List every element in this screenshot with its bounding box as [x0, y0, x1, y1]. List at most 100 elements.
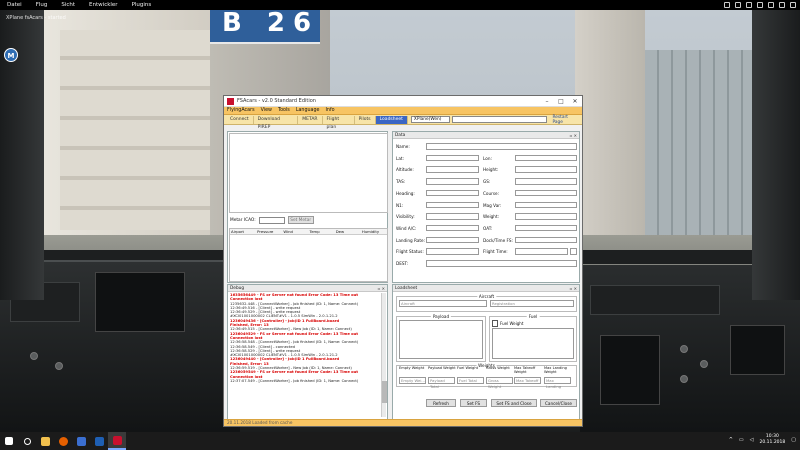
- menu-info[interactable]: Info: [323, 108, 338, 113]
- data-field[interactable]: [515, 154, 577, 162]
- toolbar-download-pirep[interactable]: Download PIREP: [254, 115, 299, 130]
- firefox-icon[interactable]: [54, 432, 72, 450]
- pane-float-close-icons[interactable]: ▫ ✕: [570, 132, 577, 139]
- weight-input[interactable]: Empty Wei...: [399, 377, 426, 384]
- col-temp[interactable]: Temp: [309, 229, 335, 234]
- sim-menu-datei[interactable]: Datei: [0, 2, 29, 8]
- data-field[interactable]: [515, 166, 577, 173]
- data-field[interactable]: [515, 224, 577, 232]
- data-pane-header: Data ▫ ✕: [393, 132, 579, 139]
- window-titlebar[interactable]: FSAcars - v2.0 Standard Edition – □ ✕: [224, 96, 582, 107]
- weight-input[interactable]: Gross Weight: [486, 377, 513, 389]
- data-field[interactable]: [426, 166, 479, 173]
- refresh-button[interactable]: Refresh: [426, 399, 456, 407]
- data-field[interactable]: [426, 154, 479, 162]
- minimize-icon[interactable]: –: [540, 98, 554, 105]
- data-field[interactable]: [426, 201, 479, 208]
- weight-input[interactable]: Payload Total: [428, 377, 455, 389]
- menu-language[interactable]: Language: [293, 108, 323, 113]
- data-field[interactable]: [426, 224, 479, 232]
- aircraft-input[interactable]: Aircraft: [399, 300, 487, 307]
- network-icon[interactable]: ▭: [739, 437, 744, 443]
- fsacars-taskbar-icon[interactable]: [108, 432, 126, 450]
- menu-view[interactable]: View: [258, 108, 275, 113]
- data-field[interactable]: [515, 201, 577, 208]
- toolbar-connect[interactable]: Connect: [226, 115, 254, 124]
- weight-input[interactable]: Max Takeoff: [514, 377, 541, 384]
- weight-label: Max Takeoff Weight: [514, 366, 536, 374]
- sim-menu-plugins[interactable]: Plugins: [125, 2, 159, 8]
- path-field[interactable]: [451, 116, 548, 123]
- col-humidity[interactable]: Humidity: [361, 229, 387, 234]
- camera-icon[interactable]: [757, 2, 763, 8]
- debug-scrollbar[interactable]: [381, 293, 387, 417]
- clock[interactable]: 10:30 20.11.2018: [760, 434, 786, 446]
- debug-pane-title: Debug: [230, 286, 245, 291]
- col-airport[interactable]: Airport: [230, 229, 256, 234]
- sim-menu-flug[interactable]: Flug: [29, 2, 55, 8]
- set-fs-close-button[interactable]: Set FS and Close: [491, 399, 537, 407]
- col-dew[interactable]: Dew: [335, 229, 361, 234]
- menu-tools[interactable]: Tools: [275, 108, 293, 113]
- save-icon[interactable]: [72, 432, 90, 450]
- refresh-icon[interactable]: [570, 248, 577, 255]
- close-icon[interactable]: ✕: [568, 98, 582, 105]
- data-field[interactable]: [515, 248, 568, 255]
- pause-icon[interactable]: [790, 2, 796, 8]
- pane-float-close-icons[interactable]: ▫ ✕: [570, 285, 577, 292]
- data-field[interactable]: [426, 236, 479, 244]
- toolbar-flight-plan[interactable]: Flight plan: [323, 115, 355, 130]
- restart-page-button[interactable]: Restart Page: [549, 115, 582, 125]
- volume-icon[interactable]: ◁: [750, 437, 754, 443]
- sim-menu-entwickler[interactable]: Entwickler: [82, 2, 125, 8]
- windows-start-icon[interactable]: [0, 432, 18, 450]
- registration-input[interactable]: Registration: [490, 300, 574, 307]
- search-icon[interactable]: [18, 432, 36, 450]
- fuel-weight-checkbox[interactable]: [492, 320, 498, 327]
- aircraft-icon[interactable]: [779, 2, 785, 8]
- fuel-weight-label: Fuel Weight: [500, 321, 524, 326]
- data-field[interactable]: [515, 189, 577, 197]
- data-field[interactable]: [426, 143, 577, 150]
- weight-input[interactable]: Max Landing: [544, 377, 571, 389]
- app-menu-bar: FlyingAcars View Tools Language Info: [224, 107, 582, 115]
- sim-select[interactable]: XPlane(Wen): [410, 116, 450, 123]
- chevron-up-icon[interactable]: ^: [729, 437, 733, 443]
- maximize-icon[interactable]: □: [554, 98, 568, 105]
- data-field[interactable]: [515, 178, 577, 185]
- weight-label: Fuel Weight: [457, 366, 479, 370]
- data-field[interactable]: [426, 178, 479, 185]
- fuel-box[interactable]: [492, 328, 574, 359]
- data-field[interactable]: [426, 189, 479, 197]
- payload-box[interactable]: [399, 320, 483, 359]
- data-field[interactable]: [426, 213, 479, 220]
- toolbar-metar[interactable]: METAR: [298, 115, 323, 124]
- toolbar-pilots[interactable]: Pilots: [355, 115, 376, 124]
- settings-icon[interactable]: [768, 2, 774, 8]
- scrollbar-thumb[interactable]: [382, 381, 387, 403]
- metar-text-area[interactable]: [229, 133, 388, 213]
- data-label: GS:: [483, 179, 491, 185]
- data-field[interactable]: [515, 213, 577, 220]
- xplane-icon[interactable]: [90, 432, 108, 450]
- notifications-icon[interactable]: ▢: [791, 437, 796, 443]
- weight-input[interactable]: Fuel Total: [457, 377, 484, 384]
- data-field[interactable]: [426, 248, 479, 255]
- weather-icon[interactable]: [735, 2, 741, 8]
- metar-icao-input[interactable]: [258, 216, 285, 224]
- col-pressure[interactable]: Pressure: [256, 229, 282, 234]
- col-wind[interactable]: Wind: [282, 229, 308, 234]
- toolbar-loadsheet[interactable]: Loadsheet: [375, 115, 408, 124]
- data-field[interactable]: [426, 260, 577, 267]
- pane-float-close-icons[interactable]: ▫ ✕: [378, 285, 385, 292]
- sim-menu-sicht[interactable]: Sicht: [54, 2, 82, 8]
- menu-flyingacars[interactable]: FlyingAcars: [224, 108, 258, 113]
- time-icon[interactable]: [746, 2, 752, 8]
- cancel-close-button[interactable]: Cancel/Close: [540, 399, 577, 407]
- data-field[interactable]: [515, 236, 577, 244]
- map-icon[interactable]: [724, 2, 730, 8]
- map-marker-icon[interactable]: M: [4, 48, 18, 62]
- folder-icon[interactable]: [36, 432, 54, 450]
- set-fs-button[interactable]: Set FS: [460, 399, 487, 407]
- set-metar-button[interactable]: Set Metar: [287, 216, 314, 224]
